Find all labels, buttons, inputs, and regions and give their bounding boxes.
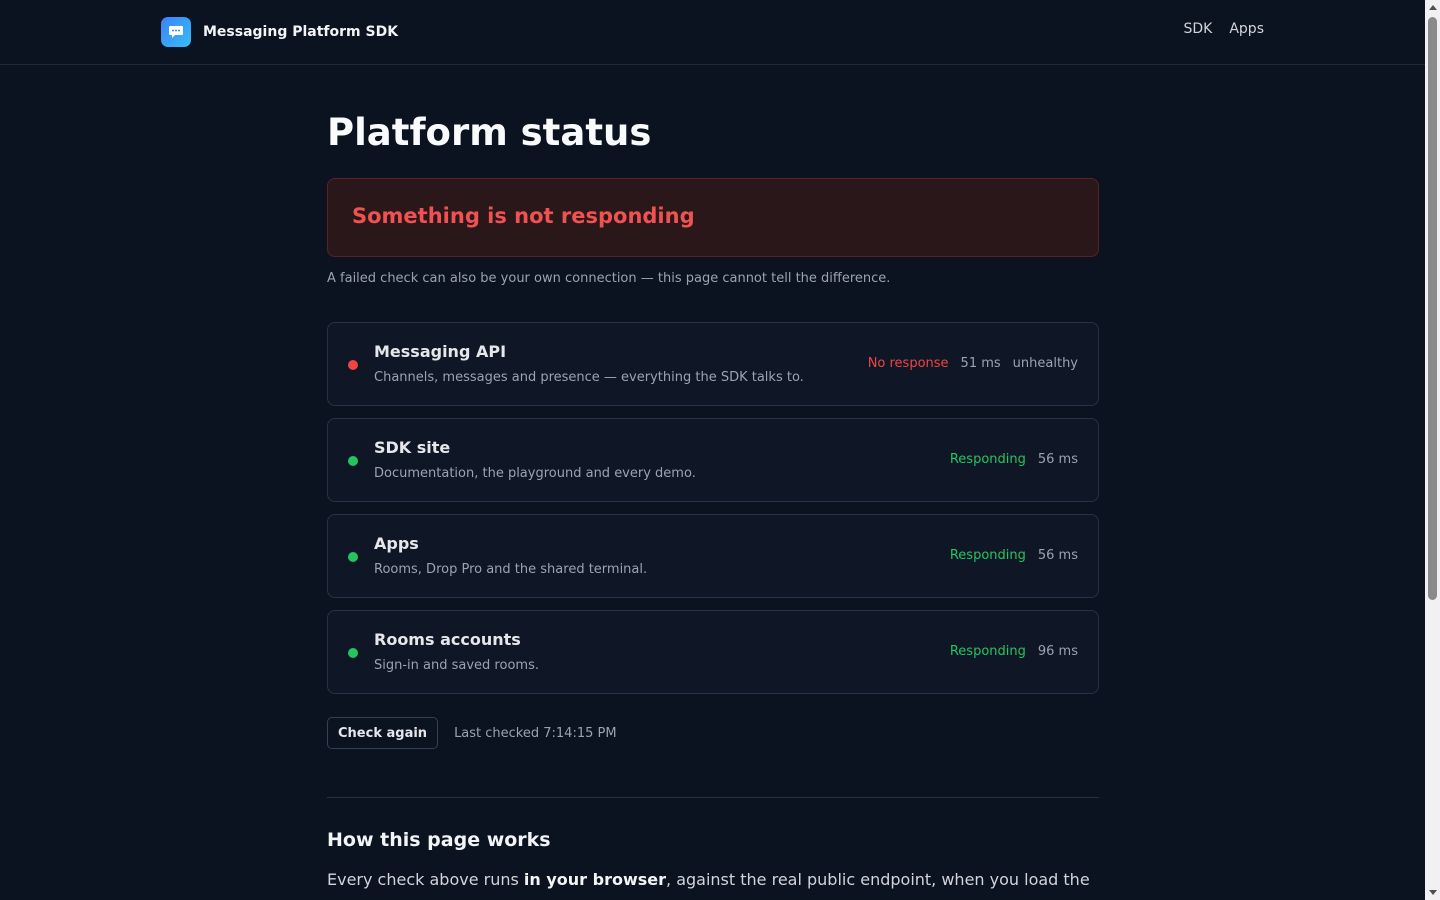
service-name: SDK site bbox=[374, 438, 451, 457]
status-dot bbox=[348, 552, 358, 562]
brand-name: Messaging Platform SDK bbox=[203, 24, 399, 40]
service-status: Responding bbox=[949, 452, 1026, 467]
main-nav: SDK Apps bbox=[1183, 21, 1264, 37]
service-description: Sign-in and saved rooms. bbox=[374, 658, 539, 673]
service-health: unhealthy bbox=[1012, 356, 1078, 371]
service-card-rooms-accounts: Rooms accounts Sign-in and saved rooms. … bbox=[327, 610, 1099, 694]
status-dot bbox=[348, 456, 358, 466]
page-title: Platform status bbox=[327, 111, 652, 154]
check-controls: Check again Last checked 7:14:15 PM bbox=[327, 717, 617, 749]
service-description: Documentation, the playground and every … bbox=[374, 466, 696, 481]
service-card-apps: Apps Rooms, Drop Pro and the shared term… bbox=[327, 514, 1099, 598]
how-text-before: Every check above runs bbox=[327, 870, 524, 889]
service-latency: 56 ms bbox=[1037, 452, 1078, 467]
service-name: Messaging API bbox=[374, 342, 507, 361]
check-again-button[interactable]: Check again bbox=[327, 717, 439, 749]
service-meta: Responding 56 ms bbox=[950, 452, 1078, 467]
service-name: Apps bbox=[374, 534, 419, 553]
section-divider bbox=[327, 797, 1099, 798]
scrollbar-thumb[interactable] bbox=[1428, 17, 1437, 600]
service-status: Responding bbox=[949, 548, 1026, 563]
scroll-up-arrow-icon[interactable] bbox=[1425, 0, 1440, 15]
how-text-after: , against the real public endpoint, when… bbox=[666, 870, 1090, 889]
last-checked-timestamp: Last checked 7:14:15 PM bbox=[454, 725, 617, 741]
how-text-bold: in your browser bbox=[523, 870, 667, 889]
top-navigation-bar: Messaging Platform SDK SDK Apps bbox=[0, 0, 1425, 65]
brand[interactable]: Messaging Platform SDK bbox=[161, 17, 398, 47]
service-description: Rooms, Drop Pro and the shared terminal. bbox=[374, 562, 648, 577]
nav-link-sdk[interactable]: SDK bbox=[1183, 21, 1212, 37]
service-meta: Responding 56 ms bbox=[950, 548, 1078, 563]
connection-note: A failed check can also be your own conn… bbox=[327, 271, 891, 286]
status-dot bbox=[348, 648, 358, 658]
service-meta: Responding 96 ms bbox=[950, 644, 1078, 659]
service-status: No response bbox=[867, 356, 949, 371]
chat-bubble-icon bbox=[161, 17, 191, 47]
how-section-text: Every check above runs in your browser, … bbox=[327, 869, 1099, 891]
vertical-scrollbar[interactable] bbox=[1425, 0, 1440, 900]
service-status: Responding bbox=[949, 644, 1026, 659]
service-latency: 96 ms bbox=[1037, 644, 1078, 659]
service-name: Rooms accounts bbox=[374, 630, 521, 649]
service-description: Channels, messages and presence — everyt… bbox=[374, 370, 804, 385]
service-card-messaging-api: Messaging API Channels, messages and pre… bbox=[327, 322, 1099, 406]
alert-message: Something is not responding bbox=[352, 204, 695, 228]
service-latency: 56 ms bbox=[1037, 548, 1078, 563]
how-section-heading: How this page works bbox=[327, 829, 551, 851]
scroll-down-arrow-icon[interactable] bbox=[1425, 885, 1440, 900]
status-alert: Something is not responding bbox=[327, 178, 1099, 257]
service-latency: 51 ms bbox=[960, 356, 1001, 371]
service-card-sdk-site: SDK site Documentation, the playground a… bbox=[327, 418, 1099, 502]
service-meta: No response 51 ms unhealthy bbox=[868, 356, 1078, 371]
status-dot bbox=[348, 360, 358, 370]
nav-link-apps[interactable]: Apps bbox=[1229, 21, 1264, 37]
